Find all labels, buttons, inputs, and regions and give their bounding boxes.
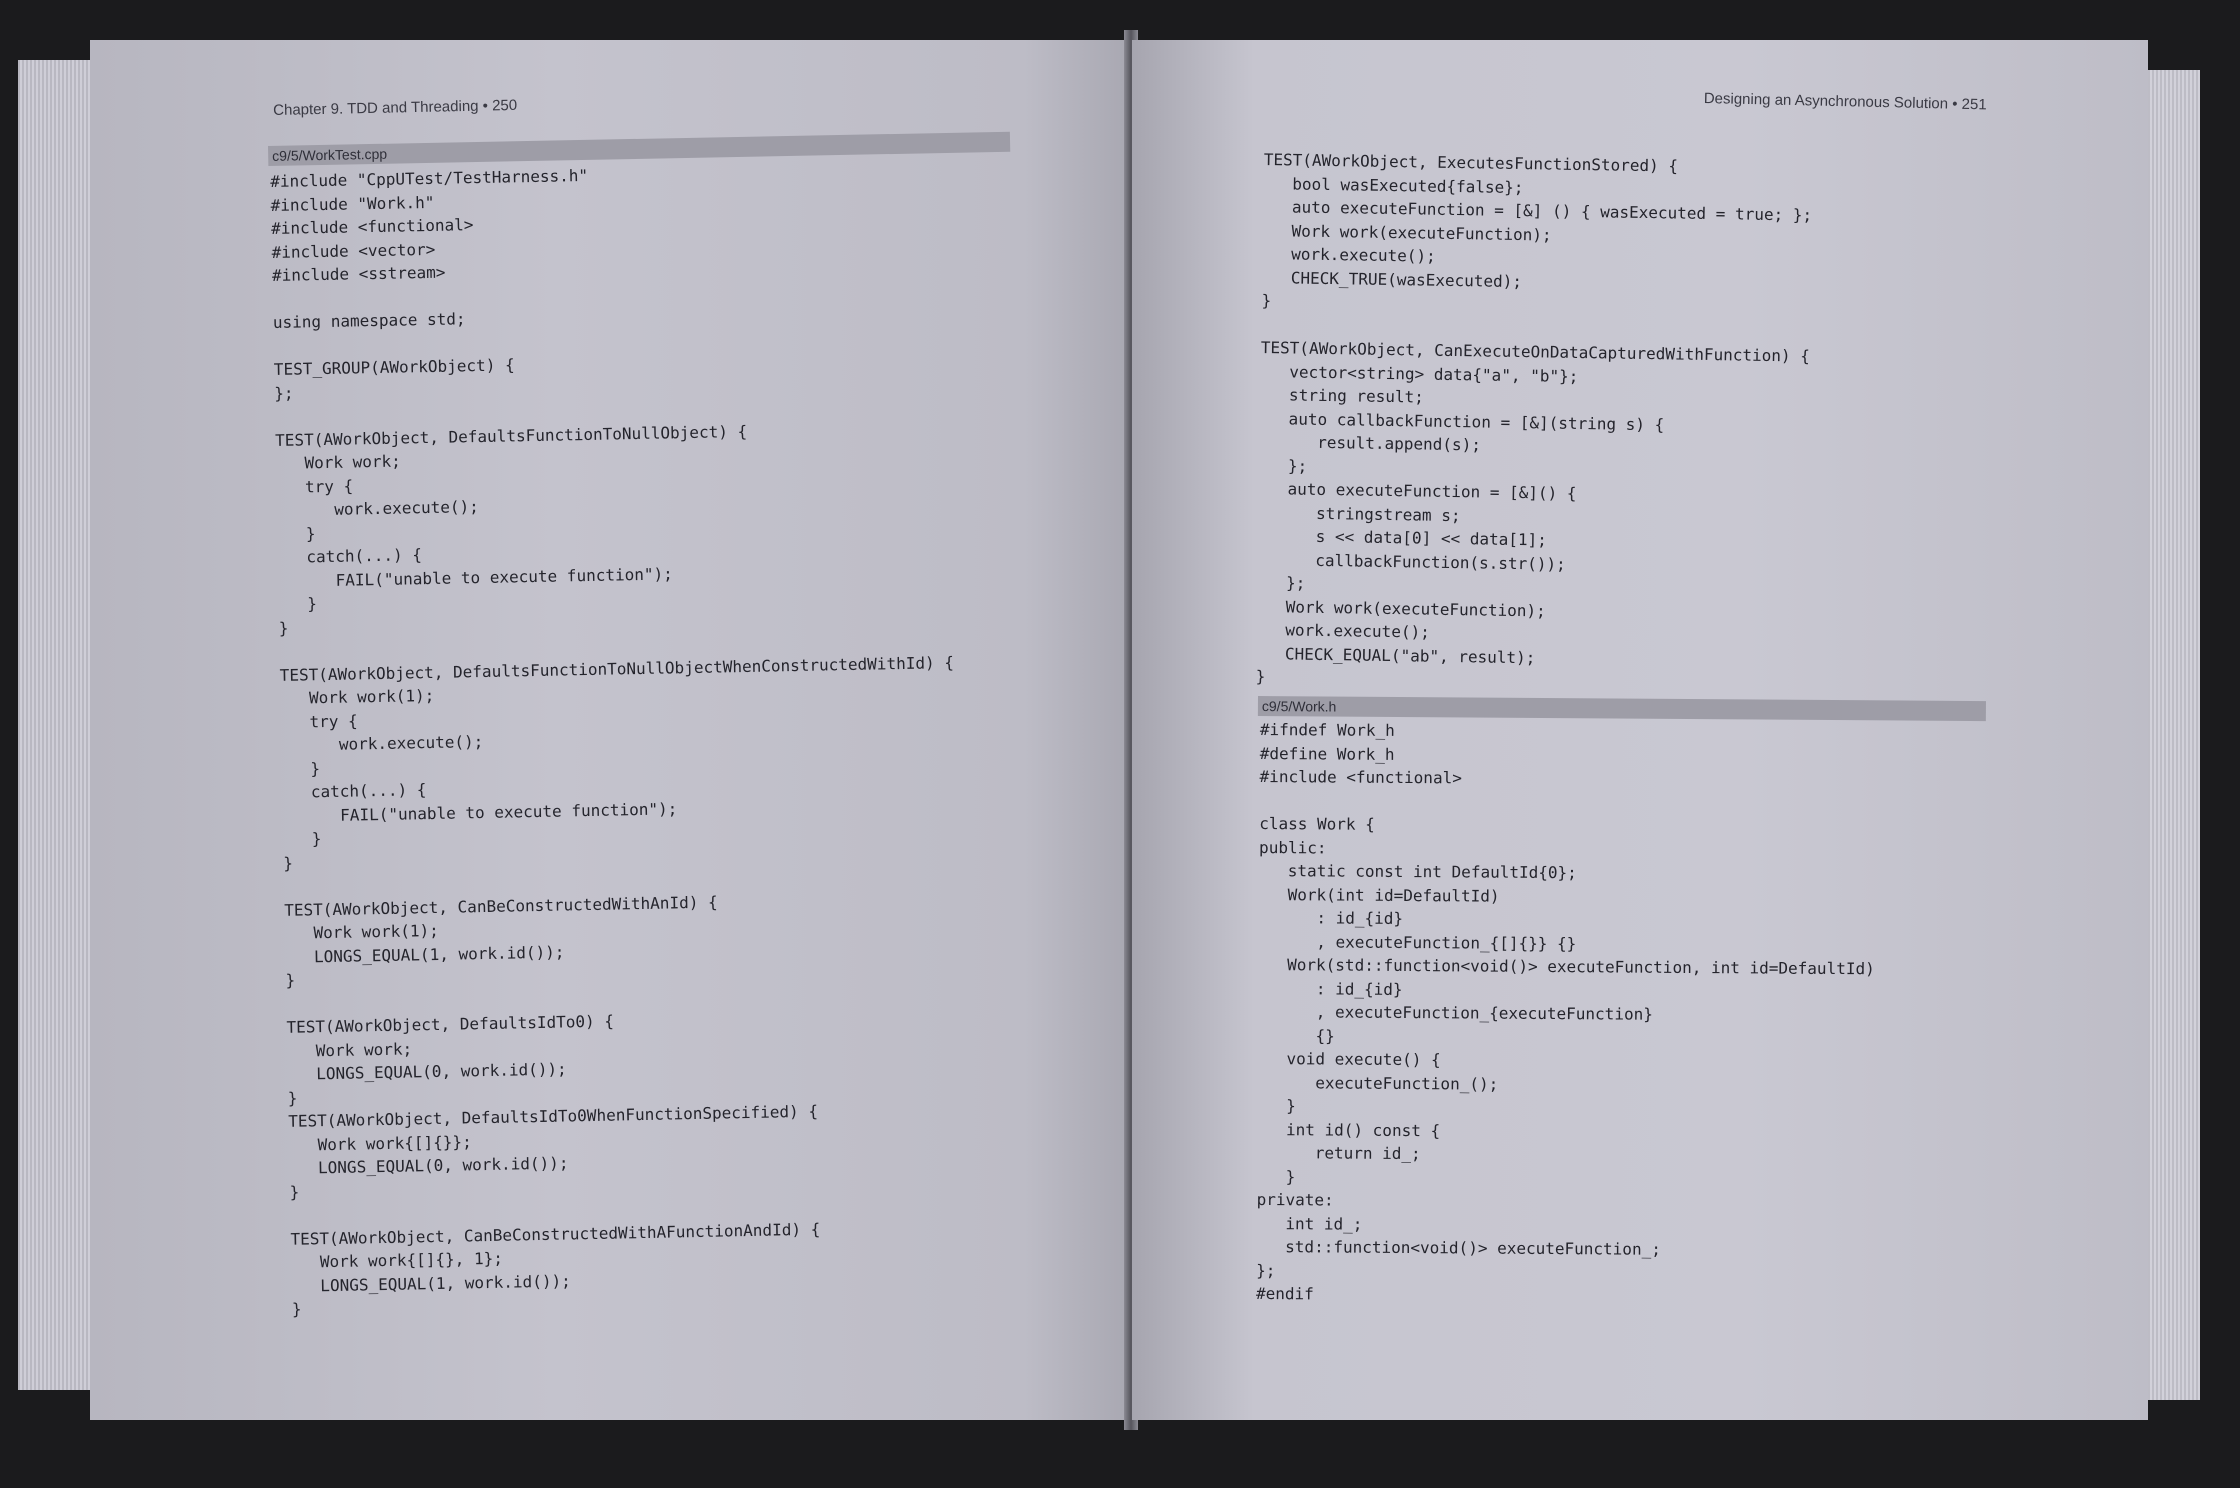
left-running-head: Chapter 9. TDD and Threading • 250 — [273, 96, 518, 119]
code-line: #ifndef Work_h — [1259, 719, 1395, 740]
code-line: #endif — [1255, 1283, 1314, 1304]
left-page-edges — [18, 60, 98, 1390]
right-running-head: Designing an Asynchronous Solution • 251 — [1703, 90, 1987, 114]
code-line: static const int DefaultId{0}; — [1258, 860, 1577, 883]
left-page: Chapter 9. TDD and Threading • 250 c9/5/… — [90, 40, 1128, 1420]
code-line: return id_; — [1256, 1142, 1421, 1164]
code-line: class Work { — [1259, 813, 1375, 834]
code-listing-worktest: #include "CppUTest/TestHarness.h" #includ… — [270, 157, 966, 1321]
code-line: executeFunction_(); — [1257, 1072, 1499, 1094]
code-line: std::function<void()> executeFunction_; — [1256, 1236, 1661, 1259]
listing-label-work-h: c9/5/Work.h — [1257, 696, 1986, 722]
code-listing-work-h: #ifndef Work_h #define Work_h #include <fu… — [1256, 718, 1877, 1310]
code-line: , executeFunction_{executeFunction} — [1257, 1001, 1653, 1024]
code-line: void execute() { — [1257, 1048, 1441, 1070]
right-page-edges — [2140, 70, 2200, 1400]
right-page: Designing an Asynchronous Solution • 251… — [1132, 40, 2148, 1420]
code-listing-worktest-continued: TEST(AWorkObject, ExecutesFunctionStored… — [1256, 148, 1814, 697]
code-line: #include <functional> — [1259, 766, 1462, 788]
